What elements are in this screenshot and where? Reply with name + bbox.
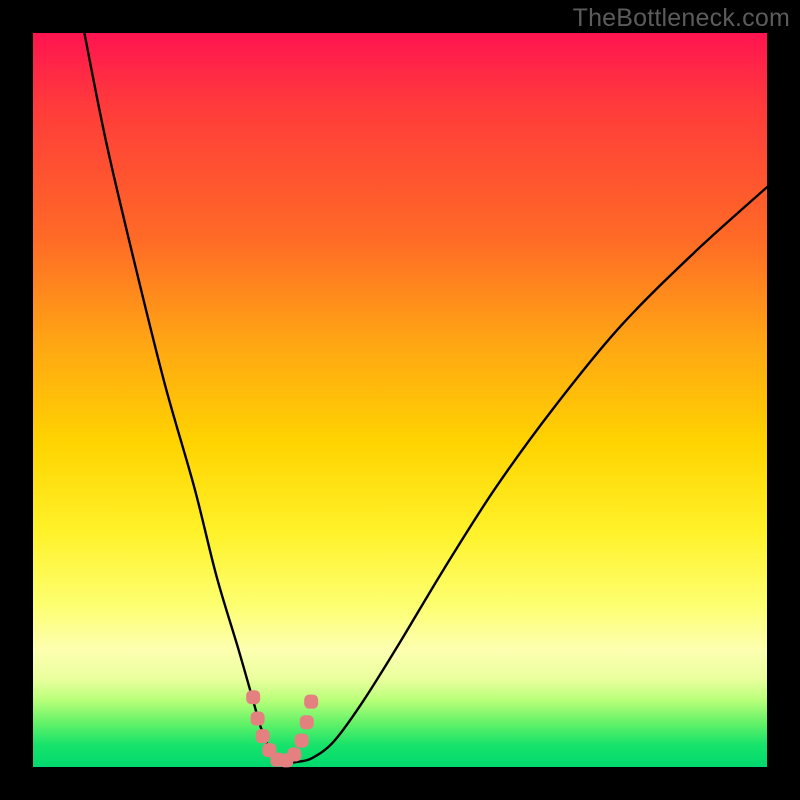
optimum-marker (256, 729, 270, 743)
optimum-marker (246, 690, 260, 704)
watermark-text: TheBottleneck.com (573, 4, 790, 33)
plot-area (33, 33, 767, 767)
optimum-marker (304, 695, 318, 709)
chart-frame: TheBottleneck.com (0, 0, 800, 800)
optimum-marker (300, 715, 314, 729)
optimum-marker (251, 712, 265, 726)
bottleneck-curve-path (84, 33, 767, 763)
bottleneck-curve (33, 33, 767, 767)
optimum-marker (295, 734, 309, 748)
optimum-marker (287, 748, 301, 762)
